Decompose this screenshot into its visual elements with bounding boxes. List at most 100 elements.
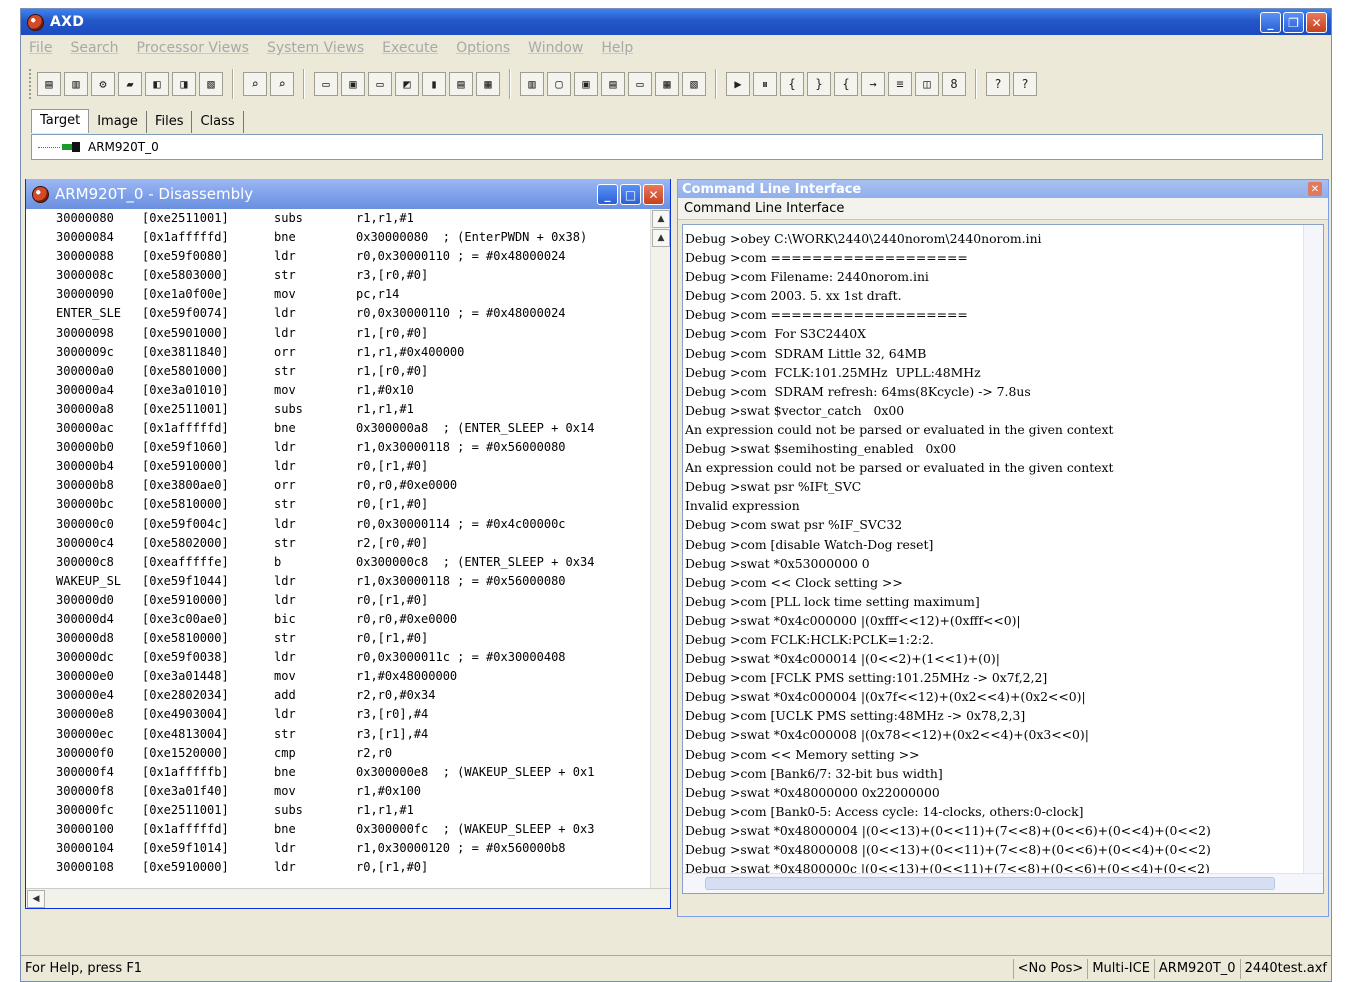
disassembly-vertical-scrollbar[interactable]: ▲ ▲: [650, 209, 670, 889]
disassembly-row[interactable]: 300000d8 [0xe5810000] str r0,[r1,#0]: [26, 629, 650, 648]
output-view-icon[interactable]: ▦: [655, 72, 679, 96]
disassembly-row[interactable]: 3000009c [0xe3811840] orr r1,r1,#0x400000: [26, 343, 650, 362]
debugger-internals-icon[interactable]: ▤: [601, 72, 625, 96]
disassembly-row[interactable]: 300000b4 [0xe5910000] ldr r0,[r1,#0]: [26, 457, 650, 476]
cli-close-icon[interactable]: ✕: [1308, 182, 1322, 196]
step-in-icon[interactable]: {: [780, 72, 804, 96]
toggle-watchpoint-icon[interactable]: ◫: [915, 72, 939, 96]
menu-search[interactable]: Search: [70, 40, 118, 56]
disassembly-row[interactable]: 300000f8 [0xe3a01f40] mov r1,#0x100: [26, 782, 650, 801]
menu-window[interactable]: Window: [528, 40, 583, 56]
tab-target[interactable]: Target: [31, 109, 90, 133]
console-view-icon[interactable]: ▢: [547, 72, 571, 96]
reload-image-icon[interactable]: ▥: [64, 72, 88, 96]
step-out-icon[interactable]: {: [834, 72, 858, 96]
disassembly-row[interactable]: 30000104 [0xe59f1014] ldr r1,0x30000120 ; =…: [26, 839, 650, 858]
connect-icon[interactable]: ◧: [145, 72, 169, 96]
disassembly-row[interactable]: 300000dc [0xe59f0038] ldr r0,0x3000011c ; =…: [26, 648, 650, 667]
backtrace-view-icon[interactable]: ◩: [395, 72, 419, 96]
cli-scroll-thumb[interactable]: [705, 877, 1275, 890]
disassembly-row[interactable]: 300000e4 [0xe2802034] add r2,r0,#0x34: [26, 686, 650, 705]
cli-horizontal-scrollbar[interactable]: [683, 873, 1323, 893]
find-icon[interactable]: ⌕: [243, 72, 267, 96]
toggle-breakpoint-icon[interactable]: ≡: [888, 72, 912, 96]
cli-output[interactable]: Debug >obey C:\WORK\2440\2440norom\2440n…: [682, 224, 1324, 894]
cp15-view-icon[interactable]: ▣: [574, 72, 598, 96]
disassembly-row[interactable]: 30000088 [0xe59f0080] ldr r0,0x30000110 ; =…: [26, 247, 650, 266]
target-item[interactable]: ARM920T_0: [88, 140, 159, 154]
menu-processor-views[interactable]: Processor Views: [137, 40, 249, 56]
disassembly-row[interactable]: 30000084 [0x1afffffd] bne 0x30000080 ; (Ent…: [26, 228, 650, 247]
tab-image[interactable]: Image: [89, 111, 147, 133]
disassembly-row[interactable]: 300000c0 [0xe59f004c] ldr r0,0x30000114 ; =…: [26, 515, 650, 534]
context-help-icon[interactable]: ?: [1013, 72, 1037, 96]
disassembly-row[interactable]: 30000090 [0xe1a0f00e] mov pc,r14: [26, 285, 650, 304]
cli-vertical-scrollbar[interactable]: [1303, 225, 1323, 873]
disassembly-close-button[interactable]: ✕: [643, 184, 664, 205]
go-icon[interactable]: ▶: [726, 72, 750, 96]
disassembly-row[interactable]: 300000d4 [0xe3c00ae0] bic r0,r0,#0xe0000: [26, 610, 650, 629]
close-button[interactable]: ✕: [1306, 12, 1327, 33]
disassembly-maximize-button[interactable]: □: [620, 184, 641, 205]
disassembly-row[interactable]: 30000108 [0xe5910000] ldr r0,[r1,#0]: [26, 858, 650, 877]
scroll-left-icon[interactable]: ◀: [27, 889, 45, 908]
disassembly-row[interactable]: 300000a8 [0xe2511001] subs r1,r1,#1: [26, 400, 650, 419]
disassembly-row[interactable]: 300000c4 [0xe5802000] str r2,[r0,#0]: [26, 534, 650, 553]
step-icon[interactable]: }: [807, 72, 831, 96]
disassembly-row[interactable]: 300000fc [0xe2511001] subs r1,r1,#1: [26, 801, 650, 820]
disassembly-row[interactable]: WAKEUP_SL [0xe59f1044] ldr r1,0x30000118 ; …: [26, 572, 650, 591]
memory-view-icon[interactable]: ▮: [422, 72, 446, 96]
minimize-button[interactable]: _: [1260, 12, 1281, 33]
disassembly-row[interactable]: 30000098 [0xe5901000] ldr r1,[r0,#0]: [26, 324, 650, 343]
disassembly-row[interactable]: 30000100 [0x1afffffd] bne 0x300000fc ; (WAK…: [26, 820, 650, 839]
instruction-opcode: [0xe5810000]: [142, 631, 229, 646]
scroll-top-icon[interactable]: ▲: [652, 210, 670, 228]
info-icon[interactable]: 8: [942, 72, 966, 96]
disassembly-row[interactable]: 300000ac [0x1afffffd] bne 0x300000a8 ; (ENT…: [26, 419, 650, 438]
disassembly-row[interactable]: 300000f0 [0xe1520000] cmp r2,r0: [26, 744, 650, 763]
load-image-icon[interactable]: ▤: [37, 72, 61, 96]
disassembly-horizontal-scrollbar[interactable]: ◀: [26, 888, 670, 908]
menu-execute[interactable]: Execute: [382, 40, 438, 56]
menu-options[interactable]: Options: [456, 40, 510, 56]
disassembly-row[interactable]: 30000080 [0xe2511001] subs r1,r1,#1: [26, 209, 650, 228]
configure-target-icon[interactable]: ◨: [172, 72, 196, 96]
disassembly-row[interactable]: 3000008c [0xe5803000] str r3,[r0,#0]: [26, 266, 650, 285]
stop-icon[interactable]: ⏸: [753, 72, 777, 96]
watch-view-icon[interactable]: ▣: [341, 72, 365, 96]
menu-system-views[interactable]: System Views: [267, 40, 364, 56]
scroll-up-icon[interactable]: ▲: [652, 229, 670, 247]
source-view-icon[interactable]: ▥: [520, 72, 544, 96]
copy-icon[interactable]: ▧: [199, 72, 223, 96]
disassembly-row[interactable]: ENTER_SLE [0xe59f0074] ldr r0,0x30000110 ; …: [26, 304, 650, 323]
disassembly-row[interactable]: 300000b8 [0xe3800ae0] orr r0,r0,#0xe0000: [26, 476, 650, 495]
cli-view-icon[interactable]: ▭: [628, 72, 652, 96]
disassembly-row[interactable]: 300000d0 [0xe5910000] ldr r0,[r1,#0]: [26, 591, 650, 610]
settings-icon[interactable]: ⚙: [91, 72, 115, 96]
disassembly-row[interactable]: 300000c8 [0xeafffffe] b 0x300000c8 ; (ENTER…: [26, 553, 650, 572]
help-icon[interactable]: ?: [986, 72, 1010, 96]
disassembly-view-icon[interactable]: ▦: [476, 72, 500, 96]
restore-button[interactable]: ❐: [1283, 12, 1304, 33]
find-next-icon[interactable]: ⌕: [270, 72, 294, 96]
menu-file[interactable]: File: [29, 40, 52, 56]
disassembly-minimize-button[interactable]: _: [597, 184, 618, 205]
disassembly-listing[interactable]: 30000080 [0xe2511001] subs r1,r1,#1 30000084…: [26, 209, 650, 889]
low-level-symbols-icon[interactable]: ▤: [449, 72, 473, 96]
disassembly-row[interactable]: 300000a4 [0xe3a01010] mov r1,#0x10: [26, 381, 650, 400]
disassembly-row[interactable]: 300000f4 [0x1afffffb] bne 0x300000e8 ; (WAK…: [26, 763, 650, 782]
breakpoints-view-icon[interactable]: ▧: [682, 72, 706, 96]
variables-view-icon[interactable]: ▭: [368, 72, 392, 96]
disassembly-row[interactable]: 300000ec [0xe4813004] str r3,[r1],#4: [26, 725, 650, 744]
tab-class[interactable]: Class: [192, 111, 244, 133]
run-to-cursor-icon[interactable]: →: [861, 72, 885, 96]
registers-view-icon[interactable]: ▭: [314, 72, 338, 96]
disassembly-row[interactable]: 300000bc [0xe5810000] str r0,[r1,#0]: [26, 495, 650, 514]
disassembly-row[interactable]: 300000e0 [0xe3a01448] mov r1,#0x48000000: [26, 667, 650, 686]
menu-help[interactable]: Help: [601, 40, 633, 56]
disassembly-row[interactable]: 300000a0 [0xe5801000] str r1,[r0,#0]: [26, 362, 650, 381]
open-file-icon[interactable]: ▰: [118, 72, 142, 96]
disassembly-row[interactable]: 300000b0 [0xe59f1060] ldr r1,0x30000118 ; =…: [26, 438, 650, 457]
disassembly-row[interactable]: 300000e8 [0xe4903004] ldr r3,[r0],#4: [26, 705, 650, 724]
tab-files[interactable]: Files: [147, 111, 193, 133]
